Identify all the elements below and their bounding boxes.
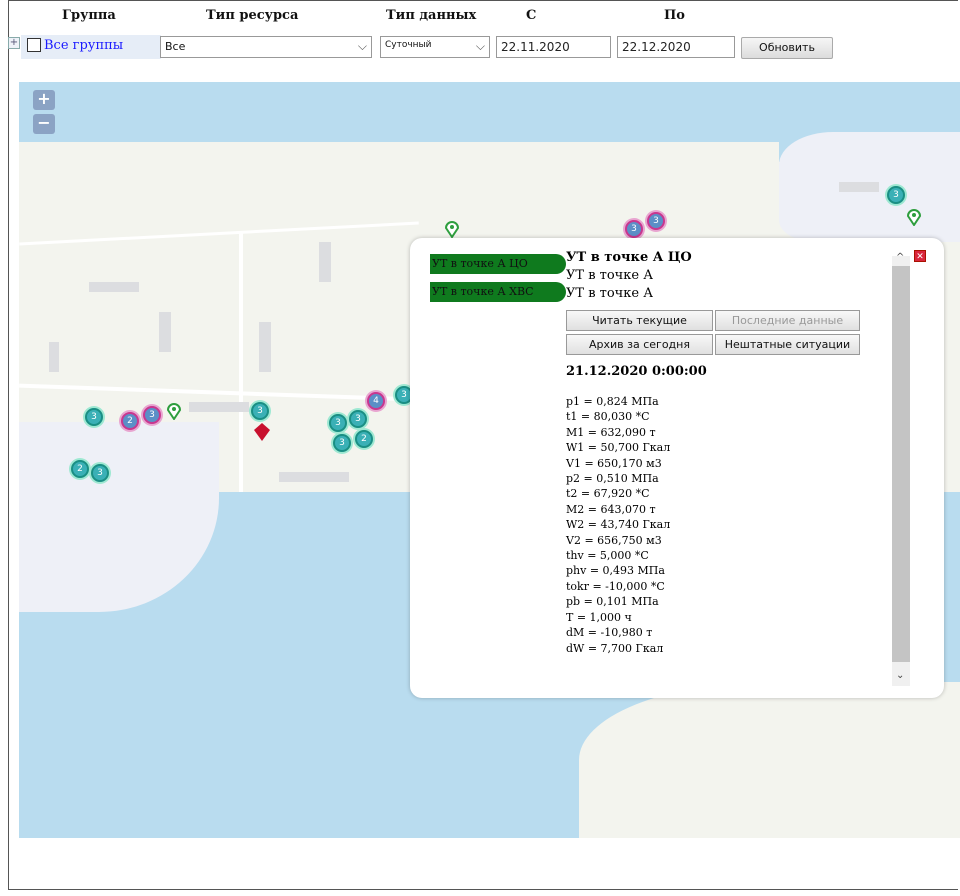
refresh-button[interactable]: Обновить [741, 37, 833, 59]
building [839, 182, 879, 192]
close-icon[interactable]: ✕ [914, 250, 926, 262]
header-date-from: С [526, 8, 537, 23]
last-data-button[interactable]: Последние данные [715, 310, 860, 331]
zoom-out-button[interactable]: − [33, 114, 55, 134]
land-area [19, 422, 219, 612]
building [159, 312, 171, 352]
building [279, 472, 349, 482]
read-current-button[interactable]: Читать текущие [566, 310, 713, 331]
reading-line: V1 = 650,170 м3 [566, 456, 662, 470]
popup-subtitle: УТ в точке А [566, 268, 654, 283]
reading-line: p1 = 0,824 МПа [566, 395, 659, 408]
emergency-button[interactable]: Нештатные ситуации [715, 334, 860, 355]
reading-line: thv = 5,000 *С [566, 549, 649, 563]
reading-line: pb = 0,101 МПа [566, 595, 659, 609]
object-tag-hvs[interactable]: УТ в точке А ХВС [430, 282, 566, 302]
all-groups-checkbox[interactable] [27, 38, 41, 52]
reading-line: dW = 7,700 Гкал [566, 641, 664, 655]
scroll-up-icon[interactable]: ^ [896, 252, 904, 263]
header-date-to: По [664, 8, 685, 23]
map-cluster-marker[interactable]: 3 [333, 434, 351, 452]
reading-line: p2 = 0,510 МПа [566, 472, 659, 486]
all-groups-link[interactable]: Все группы [44, 38, 123, 53]
building [259, 322, 271, 372]
reading-line: t1 = 80,030 *С [566, 410, 650, 424]
building [189, 402, 249, 412]
date-to-input[interactable]: 22.12.2020 [617, 36, 735, 58]
map-cluster-marker[interactable]: 3 [349, 410, 367, 428]
chevron-down-icon: ⌵ [357, 39, 367, 53]
scroll-down-icon[interactable]: ⌄ [896, 670, 904, 681]
header-data-type: Тип данных [386, 8, 477, 23]
building [319, 242, 331, 282]
reading-line: M2 = 643,070 т [566, 502, 656, 516]
header-resource-type: Тип ресурса [206, 8, 299, 23]
building [89, 282, 139, 292]
reading-datetime: 21.12.2020 0:00:00 [566, 364, 707, 379]
chevron-down-icon: ⌵ [475, 39, 485, 53]
reading-line: V2 = 656,750 м3 [566, 533, 662, 547]
object-tag-co[interactable]: УТ в точке А ЦО [430, 254, 566, 274]
map-cluster-marker[interactable]: 3 [887, 186, 905, 204]
reading-line: dM = -10,980 т [566, 626, 653, 640]
object-popup: УТ в точке А ЦО УТ в точке А ХВС УТ в то… [410, 238, 944, 698]
zoom-in-button[interactable]: + [33, 90, 55, 110]
map-cluster-marker[interactable]: 3 [85, 408, 103, 426]
map-cluster-marker[interactable]: 3 [329, 414, 347, 432]
reading-line: t2 = 67,920 *С [566, 487, 650, 501]
reading-line: W2 = 43,740 Гкал [566, 518, 671, 532]
data-type-select[interactable]: Суточный ⌵ [380, 36, 490, 58]
map-cluster-marker[interactable]: 2 [71, 460, 89, 478]
archive-today-button[interactable]: Архив за сегодня [566, 334, 713, 355]
resource-type-value: Все [165, 40, 186, 53]
reading-line: phv = 0,493 МПа [566, 564, 665, 578]
readings-list: p1 = 0,824 МПа t1 = 80,030 *С M1 = 632,0… [566, 394, 670, 656]
expand-icon[interactable]: + [8, 37, 20, 49]
land-area [579, 682, 960, 838]
map-cluster-marker[interactable]: 3 [647, 212, 665, 230]
header-group: Группа [62, 8, 116, 23]
selected-marker-icon[interactable] [253, 422, 271, 442]
reading-line: T = 1,000 ч [566, 610, 632, 624]
map-pin-icon[interactable] [167, 402, 181, 420]
map-cluster-marker[interactable]: 2 [121, 412, 139, 430]
map-cluster-marker[interactable]: 2 [355, 430, 373, 448]
popup-title: УТ в точке А ЦО [566, 250, 692, 265]
building [49, 342, 59, 372]
date-from-input[interactable]: 22.11.2020 [496, 36, 611, 58]
data-type-value: Суточный [385, 40, 432, 50]
map-cluster-marker[interactable]: 3 [143, 406, 161, 424]
map-cluster-marker[interactable]: 3 [91, 464, 109, 482]
popup-scrollbar-thumb[interactable] [892, 266, 910, 662]
map-pin-icon[interactable] [907, 208, 921, 226]
road [239, 232, 243, 492]
reading-line: tokr = -10,000 *С [566, 579, 665, 593]
map-cluster-marker[interactable]: 3 [625, 220, 643, 238]
reading-line: M1 = 632,090 т [566, 425, 656, 439]
resource-type-select[interactable]: Все ⌵ [160, 36, 372, 58]
map-cluster-marker[interactable]: 3 [251, 402, 269, 420]
reading-line: W1 = 50,700 Гкал [566, 441, 671, 455]
popup-subtitle: УТ в точке А [566, 286, 654, 301]
map-cluster-marker[interactable]: 4 [367, 392, 385, 410]
map-pin-icon[interactable] [445, 220, 459, 238]
land-area [19, 142, 779, 182]
